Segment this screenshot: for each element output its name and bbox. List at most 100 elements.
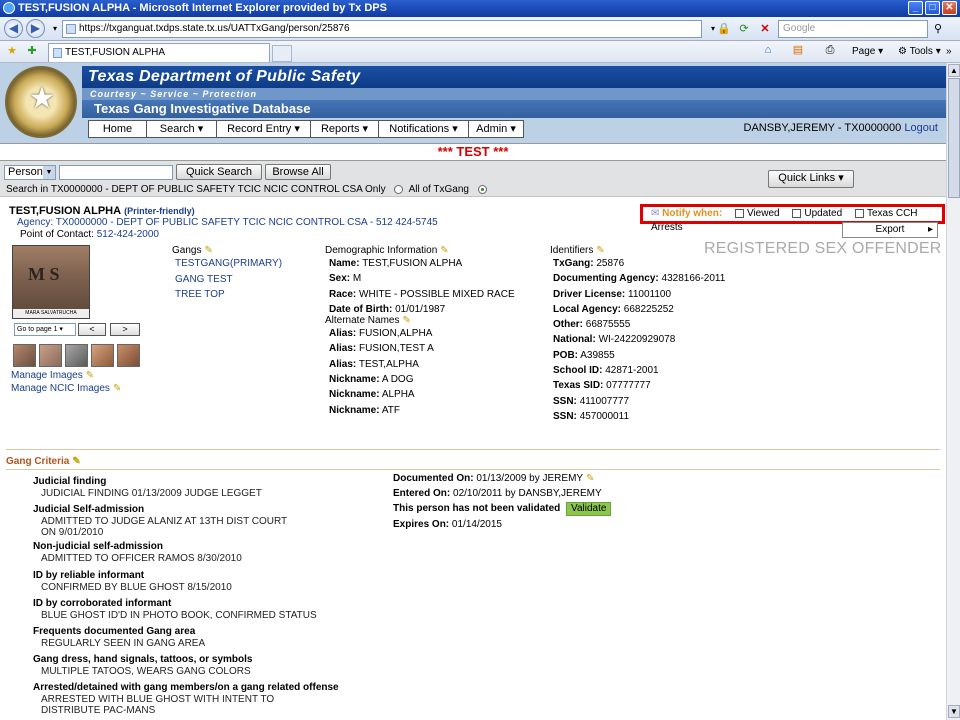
section-divider bbox=[6, 449, 940, 450]
page-icon bbox=[66, 24, 76, 34]
photo-next-button[interactable]: > bbox=[110, 323, 140, 336]
criterion-item: Frequents documented Gang area REGULARLY … bbox=[33, 625, 205, 649]
pencil-icon[interactable]: ✎ bbox=[113, 383, 125, 393]
close-window-button[interactable]: ✕ bbox=[942, 1, 957, 15]
quick-search-button[interactable]: Quick Search bbox=[176, 164, 262, 180]
field-value: WHITE - POSSIBLE MIXED RACE bbox=[359, 288, 515, 300]
criterion-detail: ARRESTED WITH BLUE GHOST WITH INTENT TO … bbox=[41, 694, 275, 716]
logout-link[interactable]: Logout bbox=[904, 122, 938, 134]
field-label: SSN: bbox=[553, 395, 577, 407]
menu-notifications[interactable]: Notifications ▾ bbox=[379, 121, 469, 137]
new-tab-button[interactable] bbox=[272, 45, 292, 62]
pencil-icon[interactable]: ✎ bbox=[86, 370, 98, 380]
photo-prev-button[interactable]: < bbox=[78, 323, 106, 336]
export-button[interactable]: Export ▸ bbox=[842, 222, 938, 238]
criterion-item: ID by corroborated informant BLUE GHOST I… bbox=[33, 597, 317, 621]
favorites-bar: ★ ✚ TEST,FUSION ALPHA ⌂ ▤ ⎙ Page ▾ ⚙ Too… bbox=[0, 41, 960, 63]
demographic-row: Name: TEST,FUSION ALPHA bbox=[329, 256, 515, 271]
browse-all-button[interactable]: Browse All bbox=[265, 164, 331, 180]
scroll-down-icon[interactable]: ▼ bbox=[948, 705, 960, 718]
field-value: 411007777 bbox=[579, 395, 629, 407]
identifier-row: Documenting Agency: 4328166-2011 bbox=[553, 271, 725, 286]
photo-thumbnail[interactable] bbox=[65, 344, 88, 367]
photo-page-select[interactable]: Go to page 1 ▾ bbox=[14, 323, 76, 336]
manage-ncic-images-link[interactable]: Manage NCIC Images bbox=[11, 383, 110, 394]
criterion-detail: CONFIRMED BY BLUE GHOST 8/15/2010 bbox=[41, 582, 232, 593]
printer-friendly-link[interactable]: (Printer-friendly) bbox=[124, 206, 195, 216]
pencil-icon[interactable]: ✎ bbox=[402, 316, 414, 326]
pencil-icon[interactable]: ✎ bbox=[204, 245, 216, 255]
entered-on: Entered On: 02/10/2011 by DANSBY,JEREMY bbox=[393, 488, 602, 499]
url-field[interactable]: https://txganguat.txdps.state.tx.us/UATT… bbox=[62, 20, 702, 38]
search-icon[interactable]: ⚲ bbox=[930, 21, 946, 37]
print-icon[interactable]: ⎙ bbox=[822, 42, 838, 58]
menu-admin[interactable]: Admin ▾ bbox=[469, 121, 523, 137]
scope-all-radio[interactable] bbox=[477, 184, 487, 194]
field-label: Nickname: bbox=[329, 404, 380, 416]
criterion-detail: JUDICIAL FINDING 01/13/2009 JUDGE LEGGET bbox=[41, 488, 262, 499]
tools-menu[interactable]: ⚙ Tools ▾ bbox=[898, 45, 941, 59]
person-photo[interactable]: M S MARA SALVATRUCHA bbox=[12, 245, 90, 319]
field-value: FUSION,TEST A bbox=[359, 343, 434, 355]
manage-images-link[interactable]: Manage Images bbox=[11, 370, 83, 381]
search-scope-label: Search in TX0000000 - DEPT OF PUBLIC SAF… bbox=[6, 184, 386, 195]
pencil-icon[interactable]: ✎ bbox=[440, 245, 452, 255]
gang-link[interactable]: GANG TEST bbox=[175, 272, 282, 288]
search-type-select[interactable]: Person ▼ bbox=[4, 165, 56, 180]
add-favorites-icon[interactable]: ✚ bbox=[24, 43, 40, 59]
menu-reports[interactable]: Reports ▾ bbox=[311, 121, 379, 137]
feeds-icon[interactable]: ▤ bbox=[790, 42, 806, 58]
browser-tab[interactable]: TEST,FUSION ALPHA bbox=[48, 43, 270, 62]
criterion-detail: MULTIPLE TATOOS, WEARS GANG COLORS bbox=[41, 666, 251, 677]
scope-agency-radio[interactable] bbox=[394, 184, 404, 194]
pencil-icon[interactable]: ✎ bbox=[586, 473, 598, 483]
test-environment-banner: *** TEST *** bbox=[0, 143, 946, 160]
quick-search-input[interactable] bbox=[59, 165, 173, 180]
home-icon[interactable]: ⌂ bbox=[760, 42, 776, 58]
gang-criteria-title: Gang Criteria bbox=[6, 456, 70, 467]
forward-button[interactable]: ▶ bbox=[26, 19, 45, 38]
quick-links-button[interactable]: Quick Links ▾ bbox=[768, 170, 854, 188]
lock-icon[interactable]: 🔒 bbox=[716, 21, 732, 37]
registered-sex-offender-flag: REGISTERED SEX OFFENDER bbox=[704, 240, 942, 257]
notify-viewed-checkbox[interactable] bbox=[734, 208, 744, 218]
field-label: Alias: bbox=[329, 328, 357, 340]
scroll-up-icon[interactable]: ▲ bbox=[948, 64, 960, 77]
search-box[interactable]: Google bbox=[778, 20, 928, 38]
notify-box: ✉ Notify when: Viewed Updated Texas CCH … bbox=[640, 204, 945, 233]
alternate-names-title: Alternate Names bbox=[325, 315, 400, 327]
notify-cch-checkbox[interactable] bbox=[854, 208, 864, 218]
pencil-icon[interactable]: ✎ bbox=[596, 245, 608, 255]
menu-home[interactable]: Home bbox=[89, 121, 147, 137]
minimize-button[interactable]: _ bbox=[908, 1, 923, 15]
photo-thumbnail[interactable] bbox=[91, 344, 114, 367]
window-title: TEST,FUSION ALPHA - Microsoft Internet E… bbox=[18, 2, 387, 14]
not-validated-text: This person has not been validated bbox=[393, 503, 561, 514]
more-chevron-icon[interactable]: » bbox=[946, 45, 952, 59]
maximize-button[interactable]: □ bbox=[925, 1, 940, 15]
back-button[interactable]: ◀ bbox=[4, 19, 23, 38]
photo-thumbnail[interactable] bbox=[39, 344, 62, 367]
history-dropdown-icon[interactable]: ▾ bbox=[47, 21, 63, 37]
identifier-row: Local Agency: 668225252 bbox=[553, 302, 725, 317]
photo-thumbnail[interactable] bbox=[117, 344, 140, 367]
favorites-star-icon[interactable]: ★ bbox=[4, 43, 20, 59]
user-info: DANSBY,JEREMY - TX0000000 Logout bbox=[744, 122, 938, 134]
gangs-section: Gangs ✎ TESTGANG(PRIMARY) GANG TEST TREE … bbox=[172, 245, 282, 303]
photo-thumbnail[interactable] bbox=[13, 344, 36, 367]
gang-link[interactable]: TESTGANG(PRIMARY) bbox=[175, 256, 282, 272]
gang-link[interactable]: TREE TOP bbox=[175, 287, 282, 303]
scroll-thumb[interactable] bbox=[948, 78, 960, 198]
pencil-icon[interactable]: ✎ bbox=[72, 456, 84, 466]
address-bar-row: ◀ ▶ ▾ https://txganguat.txdps.state.tx.u… bbox=[0, 17, 960, 41]
stop-icon[interactable]: ✕ bbox=[757, 21, 773, 37]
refresh-icon[interactable]: ⟳ bbox=[736, 21, 752, 37]
validate-button[interactable]: Validate bbox=[566, 502, 612, 516]
notify-updated-checkbox[interactable] bbox=[792, 208, 802, 218]
field-label: Nickname: bbox=[329, 374, 380, 386]
page-menu[interactable]: Page ▾ bbox=[852, 45, 883, 59]
vertical-scrollbar[interactable]: ▲ ▼ bbox=[946, 63, 960, 720]
menu-record-entry[interactable]: Record Entry ▾ bbox=[217, 121, 311, 137]
menu-search[interactable]: Search ▾ bbox=[147, 121, 217, 137]
criterion-item: Gang dress, hand signals, tattoos, or sy… bbox=[33, 653, 253, 677]
